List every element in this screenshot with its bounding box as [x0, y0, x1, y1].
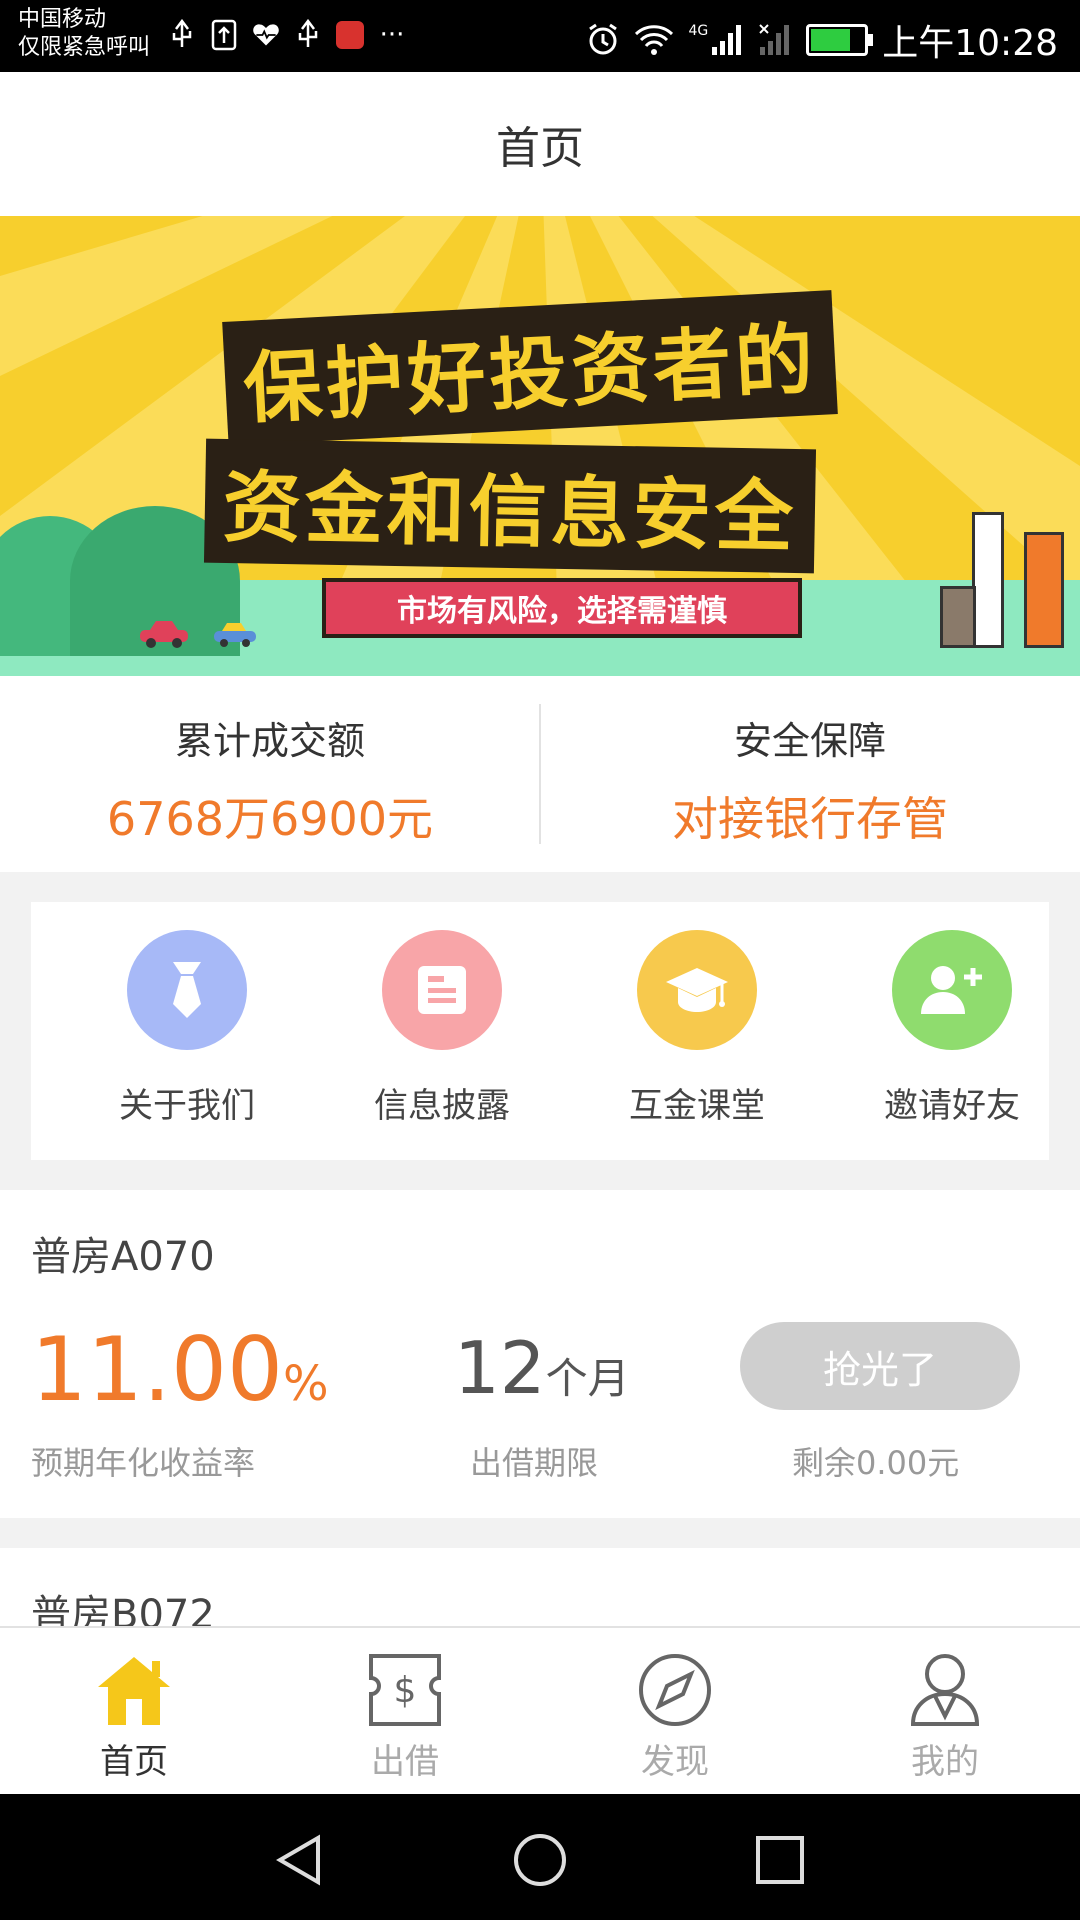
stat-value: 6768万6900元 — [106, 792, 434, 846]
term-label: 出借期限 — [470, 1444, 599, 1482]
dollar-ticket-icon: $ — [365, 1650, 445, 1730]
stats-panel: 累计成交额 6768万6900元 安全保障 对接银行存管 — [0, 676, 1080, 872]
menu-item-classroom[interactable]: 互金课堂 — [597, 930, 797, 1127]
battery-icon — [806, 24, 874, 56]
product-card[interactable]: 普房B072 — [0, 1548, 1080, 1628]
recent-apps-icon[interactable] — [752, 1832, 808, 1888]
tab-lend[interactable]: $ 出借 — [305, 1650, 505, 1783]
menu-label: 邀请好友 — [884, 1086, 1020, 1126]
total-volume-stat: 累计成交额 6768万6900元 — [0, 676, 540, 872]
user-icon — [905, 1650, 985, 1730]
menu-label: 信息披露 — [374, 1086, 510, 1126]
heartbeat-icon — [252, 18, 280, 52]
carrier-name: 中国移动 — [18, 7, 107, 32]
signal-icon — [759, 24, 790, 55]
rate-value: 11.00 — [31, 1318, 283, 1421]
compass-icon — [635, 1650, 715, 1730]
menu-item-invite[interactable]: 邀请好友 — [852, 930, 1052, 1127]
promo-banner[interactable]: 保护好投资者的 资金和信息安全 市场有风险，选择需谨慎 — [0, 216, 1080, 676]
back-icon[interactable] — [272, 1832, 328, 1888]
wifi-icon — [635, 25, 674, 55]
status-bar: 中国移动 仅限紧急呼叫 ··· 4G 上午10:28 — [0, 0, 1080, 72]
banner-headline: 保护好投资者的 资金和信息安全 — [203, 290, 905, 574]
alarm-icon — [589, 23, 618, 55]
tab-label: 我的 — [911, 1742, 979, 1782]
graduation-cap-icon — [637, 930, 757, 1050]
banner-headline-line2: 资金和信息安全 — [203, 438, 817, 574]
sold-out-button[interactable]: 抢光了 — [740, 1322, 1020, 1410]
svg-text:$: $ — [394, 1670, 417, 1711]
tab-label: 发现 — [641, 1742, 709, 1782]
banner-building — [1024, 532, 1064, 648]
home-circle-icon[interactable] — [512, 1832, 568, 1888]
stat-value: 对接银行存管 — [672, 792, 948, 846]
system-nav-bar — [0, 1794, 1080, 1920]
banner-building — [940, 586, 976, 648]
stat-label: 安全保障 — [733, 719, 886, 763]
more-icon: ··· — [379, 20, 405, 50]
rate-label: 预期年化收益率 — [31, 1444, 256, 1482]
car-icon — [140, 621, 188, 648]
tab-discover[interactable]: 发现 — [575, 1650, 775, 1783]
tab-home[interactable]: 首页 — [34, 1650, 234, 1783]
carrier-info: 中国移动 仅限紧急呼叫 — [18, 6, 150, 62]
product-name: 普房B072 — [31, 1592, 215, 1628]
term-unit: 个月 — [545, 1354, 630, 1403]
tab-mine[interactable]: 我的 — [845, 1650, 1045, 1783]
network-type: 4G — [688, 23, 709, 39]
stat-label: 累计成交额 — [174, 719, 365, 763]
product-name: 普房A070 — [31, 1234, 215, 1280]
security-stat: 安全保障 对接银行存管 — [540, 676, 1080, 872]
app-icon — [336, 18, 364, 52]
usb-icon — [294, 18, 322, 52]
tab-label: 首页 — [100, 1742, 168, 1782]
loan-term: 12个月 — [454, 1326, 630, 1410]
menu-item-about-us[interactable]: 关于我们 — [87, 930, 287, 1127]
document-icon — [382, 930, 502, 1050]
system-status: 4G 上午10:28 — [586, 14, 1058, 66]
menu-label: 互金课堂 — [629, 1086, 765, 1126]
clock: 上午10:28 — [882, 23, 1058, 64]
add-user-icon — [892, 930, 1012, 1050]
tie-icon — [127, 930, 247, 1050]
bottom-tab-bar: 首页 $ 出借 发现 我的 — [0, 1626, 1080, 1796]
signal-icon — [712, 25, 742, 55]
term-value: 12 — [454, 1326, 546, 1410]
menu-label: 关于我们 — [119, 1086, 255, 1126]
notification-icons: ··· — [168, 18, 406, 52]
remaining-amount: 剩余0.00元 — [792, 1444, 960, 1482]
expected-rate: 11.00% — [31, 1318, 329, 1421]
usb-icon — [168, 18, 196, 52]
quick-menu: 关于我们 信息披露 互金课堂 邀请好友 — [31, 902, 1049, 1160]
home-icon — [94, 1650, 174, 1730]
product-card[interactable]: 普房A070 11.00% 预期年化收益率 12个月 出借期限 抢光了 剩余0.… — [0, 1190, 1080, 1518]
banner-headline-line1: 保护好投资者的 — [222, 290, 838, 446]
menu-item-disclosure[interactable]: 信息披露 — [342, 930, 542, 1127]
header: 首页 — [0, 72, 1080, 216]
car-icon — [214, 623, 256, 647]
banner-building — [972, 512, 1004, 648]
tab-label: 出借 — [371, 1742, 439, 1782]
page-title: 首页 — [496, 123, 584, 174]
emergency-only: 仅限紧急呼叫 — [18, 35, 151, 60]
upload-icon — [210, 18, 238, 52]
risk-warning: 市场有风险，选择需谨慎 — [322, 578, 802, 638]
rate-unit: % — [282, 1356, 329, 1412]
